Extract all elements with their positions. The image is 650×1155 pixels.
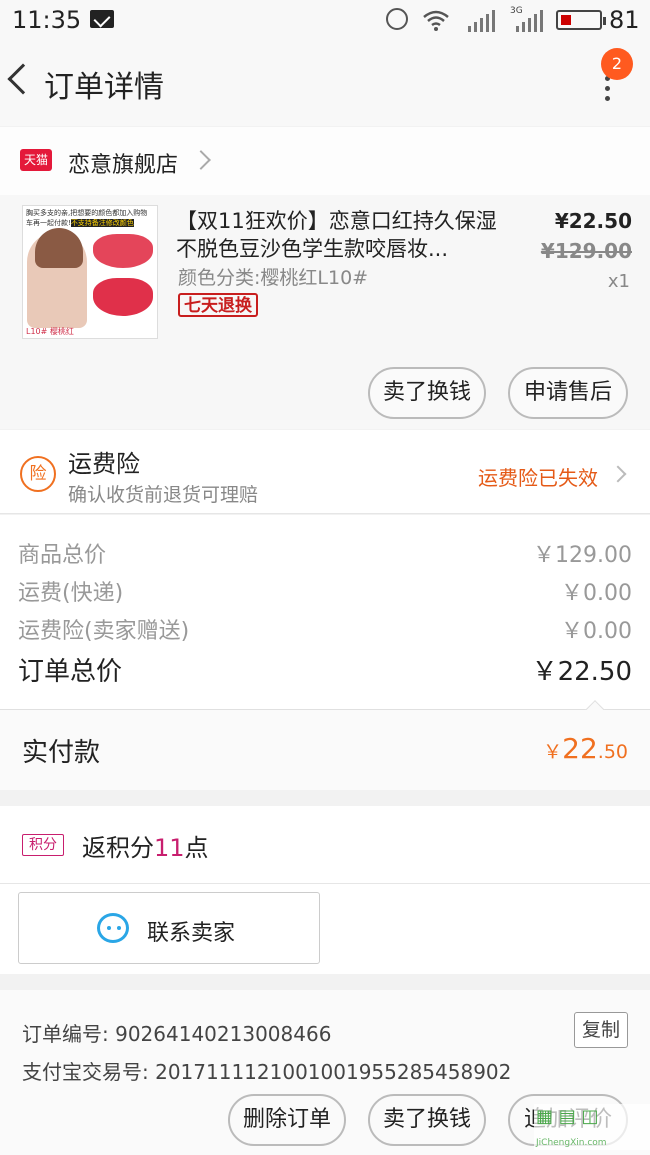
notification-badge: 2 <box>601 48 633 80</box>
watermark: ▦ ▤ ◫ JiChengXin.com <box>534 1104 650 1150</box>
lip-swatch-image <box>93 234 153 268</box>
navigation-bar: 订单详情 2 <box>0 40 650 126</box>
insurance-fee-value: ￥0.00 <box>561 619 632 644</box>
alarm-icon <box>386 8 408 30</box>
shipping-label: 运费(快递) <box>18 581 124 606</box>
wifi-icon <box>423 10 449 31</box>
insurance-fee-label: 运费险(卖家赠送) <box>18 619 190 644</box>
goods-total-label: 商品总价 <box>18 543 107 568</box>
tmall-icon: 天猫 <box>20 149 52 171</box>
points-count: 11 <box>154 834 185 862</box>
sell-for-cash-button[interactable]: 卖了换钱 <box>368 367 486 419</box>
shipping-value: ￥0.00 <box>561 581 632 606</box>
battery-level: 81 <box>609 6 640 34</box>
insurance-status: 运费险已失效 <box>478 466 598 490</box>
points-text: 返积分11点 <box>82 828 209 863</box>
model-face-image <box>27 228 87 328</box>
currency-symbol: ￥ <box>543 741 563 763</box>
product-price: ¥22.50 <box>554 209 632 233</box>
amount-decimal: .50 <box>597 741 628 763</box>
order-total-value: ￥22.50 <box>531 657 632 687</box>
chevron-right-icon <box>191 150 211 170</box>
price-summary: 商品总价 ￥129.00 运费(快递) ￥0.00 运费险(卖家赠送) ￥0.0… <box>0 515 650 720</box>
thumbnail-highlight: 不支持备注修改颜色 <box>70 219 134 227</box>
order-total-label: 订单总价 <box>18 657 123 687</box>
contact-seller-button[interactable]: 联系卖家 <box>18 892 320 964</box>
product-title: 【双11狂欢价】恋意口红持久保湿不脱色豆沙色学生款咬唇妆... <box>176 209 497 261</box>
product-variant: 颜色分类:樱桃红L10# <box>178 267 369 289</box>
chat-icon <box>97 913 129 943</box>
delete-order-button[interactable]: 删除订单 <box>228 1094 346 1146</box>
status-bar: 11:35 3G 81 <box>0 0 650 40</box>
page-title: 订单详情 <box>44 70 164 105</box>
product-original-price: ¥129.00 <box>540 239 632 263</box>
goods-total-value: ￥129.00 <box>533 543 632 568</box>
points-row: 积分 返积分11点 <box>0 806 650 884</box>
lip-swatch-image-2 <box>93 278 153 316</box>
points-prefix: 返积分 <box>82 834 154 862</box>
notification-icon <box>90 10 114 28</box>
product-card[interactable]: 胸买多支的亲,把想要的颜色都加入购物 车再一起付款!不支持备注修改颜色 L10#… <box>0 195 650 429</box>
thumbnail-text-1: 胸买多支的亲,把想要的颜色都加入购物 <box>26 209 148 217</box>
watermark-text: JiChengXin.com <box>536 1138 607 1148</box>
status-time: 11:35 <box>12 6 82 34</box>
after-sale-button[interactable]: 申请售后 <box>508 367 628 419</box>
signal-icon <box>468 10 495 32</box>
copy-button[interactable]: 复制 <box>574 1012 628 1048</box>
insurance-subtitle: 确认收货前退货可理赔 <box>68 484 259 506</box>
battery-icon <box>556 10 606 30</box>
thumbnail-text-2: 车再一起付款! <box>26 219 71 227</box>
back-arrow-icon[interactable] <box>7 63 39 95</box>
amount-paid-row: 实付款 ￥22.50 <box>0 710 650 790</box>
points-suffix: 点 <box>184 834 209 862</box>
shipping-insurance-row[interactable]: 险 运费险 确认收货前退货可理赔 运费险已失效 <box>0 430 650 514</box>
sell-for-cash-button-bottom[interactable]: 卖了换钱 <box>368 1094 486 1146</box>
shop-name: 恋意旗舰店 <box>68 153 179 178</box>
watermark-logo-icon: ▦ ▤ ◫ <box>536 1106 599 1127</box>
more-options-icon[interactable] <box>600 76 614 106</box>
order-number: 订单编号: 90264140213008466 <box>22 1022 332 1046</box>
chevron-right-icon <box>609 465 627 483</box>
product-thumbnail[interactable]: 胸买多支的亲,把想要的颜色都加入购物 车再一起付款!不支持备注修改颜色 L10#… <box>22 205 158 339</box>
thumbnail-banner: 胸买多支的亲,把想要的颜色都加入购物 车再一起付款!不支持备注修改颜色 <box>23 206 157 230</box>
return-policy-tag: 七天退换 <box>178 293 258 317</box>
amount-paid-value: ￥22.50 <box>543 732 628 765</box>
product-quantity: x1 <box>607 271 630 292</box>
insurance-title: 运费险 <box>68 450 140 478</box>
amount-paid-label: 实付款 <box>22 738 101 768</box>
signal-icon-2 <box>516 10 543 32</box>
contact-area: 联系卖家 <box>0 884 650 974</box>
amount-integer: 22 <box>562 732 598 765</box>
thumbnail-color-label: L10# 樱桃红 <box>26 327 74 336</box>
insurance-icon: 险 <box>20 456 56 492</box>
alipay-transaction-number: 支付宝交易号: 20171111210010019552854589​02 <box>22 1060 512 1084</box>
shop-row[interactable]: 天猫 恋意旗舰店 <box>0 127 650 195</box>
contact-seller-label: 联系卖家 <box>147 921 236 946</box>
points-badge-icon: 积分 <box>22 834 64 856</box>
